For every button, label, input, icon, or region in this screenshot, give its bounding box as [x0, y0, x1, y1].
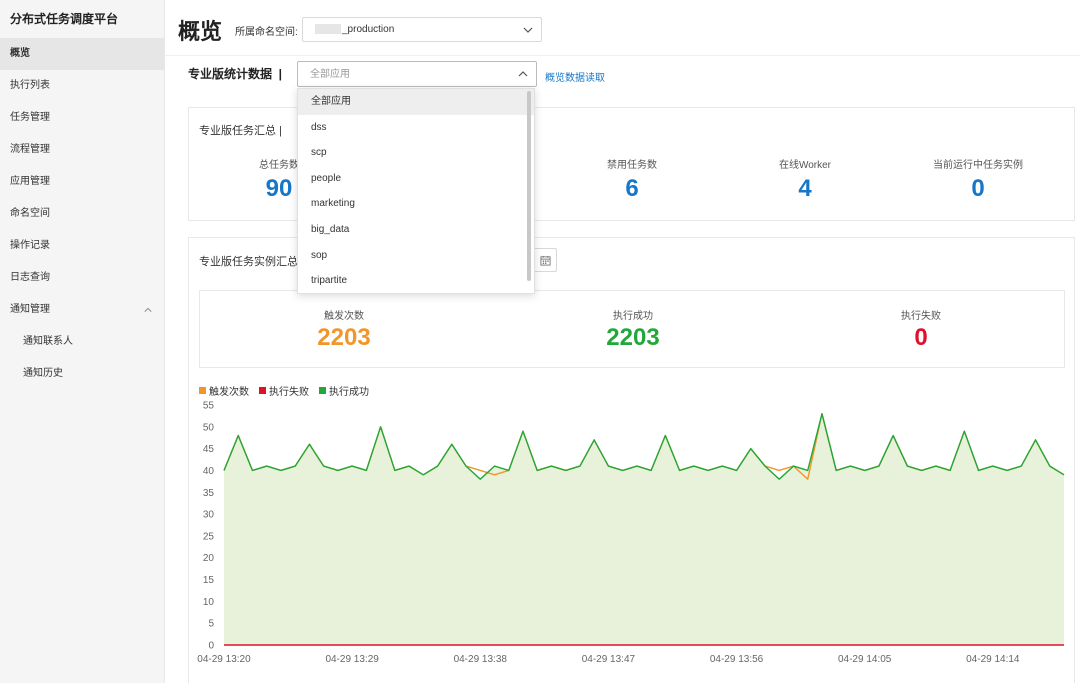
dropdown-option[interactable]: marketing — [298, 191, 534, 217]
stat-label: 禁用任务数 — [607, 160, 657, 171]
stat-value: 4 — [798, 175, 812, 202]
stat-online-workers: 在线Worker 4 — [725, 156, 885, 203]
namespace-value: _production — [342, 24, 395, 35]
sidebar-item-operation-log[interactable]: 操作记录 — [0, 230, 164, 262]
chevron-up-icon — [144, 307, 152, 312]
sidebar-item-contacts[interactable]: 通知联系人 — [0, 326, 164, 358]
namespace-label: 所属命名空间: — [235, 27, 298, 38]
sidebar-item-overview[interactable]: 概览 — [0, 38, 164, 70]
app-select-dropdown: 全部应用 dss scp people marketing big_data s… — [297, 88, 535, 294]
instance-stats-box: 触发次数 2203 执行成功 2203 执行失败 0 — [199, 290, 1065, 368]
sidebar-item-log-query[interactable]: 日志查询 — [0, 262, 164, 294]
sidebar-item-executions[interactable]: 执行列表 — [0, 70, 164, 102]
section-title: 专业版统计数据 | — [188, 67, 283, 81]
sidebar-item-namespaces[interactable]: 命名空间 — [0, 198, 164, 230]
sidebar-item-apps[interactable]: 应用管理 — [0, 166, 164, 198]
dropdown-option[interactable]: scp — [298, 140, 534, 166]
header-bar: 概览 所属命名空间: _production — [165, 0, 1080, 56]
chevron-down-icon — [523, 27, 533, 33]
sidebar-item-label: 通知管理 — [10, 304, 50, 315]
stat-failure-count: 执行失败 0 — [821, 307, 1021, 352]
dropdown-option[interactable]: big_data — [298, 217, 534, 243]
stat-value: 2203 — [606, 324, 660, 351]
instance-summary-card: 专业版任务实例汇总 触发次数 2203 执行成功 2203 执行失败 0 触发次… — [188, 237, 1075, 683]
calendar-icon — [539, 255, 551, 266]
dropdown-option[interactable]: tripartite — [298, 268, 534, 293]
card-title: 专业版任务汇总 | — [199, 125, 282, 137]
dropdown-option[interactable]: 全部应用 — [298, 89, 534, 115]
app-select[interactable]: 全部应用 — [297, 61, 537, 87]
namespace-select[interactable]: _production — [302, 17, 542, 42]
sidebar-item-workflows[interactable]: 流程管理 — [0, 134, 164, 166]
date-picker-button[interactable] — [533, 248, 557, 272]
app-select-placeholder: 全部应用 — [310, 69, 350, 80]
stat-label: 在线Worker — [778, 160, 832, 171]
stat-value: 2203 — [317, 324, 371, 351]
dropdown-option[interactable]: sop — [298, 243, 534, 269]
stat-running-instances: 当前运行中任务实例 0 — [898, 156, 1058, 203]
page-title: 概览 — [178, 19, 223, 44]
stat-disabled-tasks: 禁用任务数 6 — [552, 156, 712, 203]
stat-value: 0 — [971, 175, 985, 202]
dropdown-scrollbar[interactable] — [527, 91, 531, 281]
chart-legend: 触发次数 执行失败 执行成功 — [199, 383, 369, 398]
legend-item-failure[interactable]: 执行失败 — [259, 383, 309, 398]
sidebar-item-notifications[interactable]: 通知管理 — [0, 294, 164, 326]
sidebar-item-tasks[interactable]: 任务管理 — [0, 102, 164, 134]
stat-success-count: 执行成功 2203 — [533, 307, 733, 352]
chevron-up-icon — [518, 71, 528, 77]
sidebar-item-notify-history[interactable]: 通知历史 — [0, 358, 164, 390]
dropdown-option[interactable]: people — [298, 166, 534, 192]
stat-value: 6 — [625, 175, 639, 202]
stat-trigger-count: 触发次数 2203 — [244, 307, 444, 352]
overview-read-link[interactable]: 概览数据读取 — [545, 69, 605, 84]
stat-value: 0 — [914, 324, 928, 351]
legend-item-success[interactable]: 执行成功 — [319, 383, 369, 398]
stat-label: 执行成功 — [613, 311, 653, 322]
stat-label: 当前运行中任务实例 — [933, 160, 1023, 171]
card-title: 专业版任务实例汇总 — [199, 256, 298, 268]
stat-label: 触发次数 — [324, 311, 364, 322]
stat-label: 执行失败 — [901, 311, 941, 322]
sidebar: 分布式任务调度平台 概览 执行列表 任务管理 流程管理 应用管理 命名空间 操作… — [0, 0, 165, 683]
dropdown-option[interactable]: dss — [298, 115, 534, 141]
app-brand: 分布式任务调度平台 — [10, 12, 119, 26]
legend-item-trigger[interactable]: 触发次数 — [199, 383, 249, 398]
redacted-block — [315, 24, 341, 35]
